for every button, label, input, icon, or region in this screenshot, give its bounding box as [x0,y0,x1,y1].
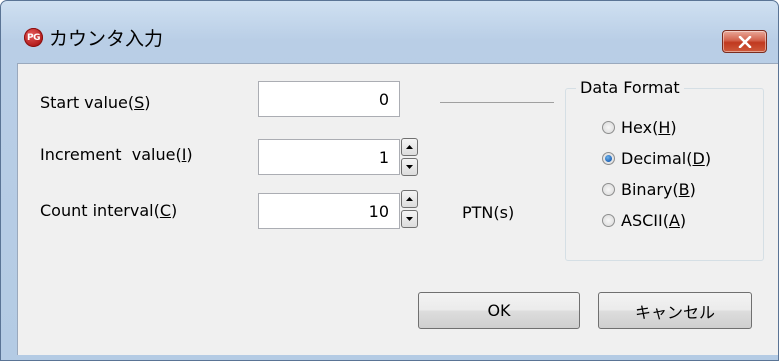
cancel-button[interactable]: キャンセル [598,292,752,329]
radio-ascii[interactable]: ASCII(A) [602,211,686,230]
data-format-title: Data Format [576,78,684,97]
arrow-down-icon [406,165,413,169]
increment-value-input[interactable]: 1 [258,139,400,175]
count-interval-input[interactable]: 10 [258,193,400,229]
increment-value-label-end: ) [186,145,193,164]
count-interval-label-end: ) [171,201,178,220]
radio-ascii-label: ASCII(A) [621,211,686,230]
count-interval-label: Count interval(C) [40,201,177,220]
start-value-label-text: Start value( [40,93,135,112]
radio-hex[interactable]: Hex(H) [602,118,677,137]
start-value-label-end: ) [144,93,151,112]
radio-ascii-mnemonic: A [668,211,680,230]
app-logo-text: PG [27,32,40,43]
radio-hex-indicator[interactable] [602,121,615,134]
radio-hex-mnemonic: H [658,118,671,137]
radio-ascii-label-end: ) [679,211,687,230]
count-interval-up-button[interactable] [401,190,418,208]
start-value-label: Start value(S) [40,93,151,112]
increment-value-label-text: Increment value( [40,145,182,164]
radio-hex-label: Hex(H) [621,118,677,137]
radio-binary-label-text: Binary( [621,180,679,199]
window-title: カウンタ入力 [49,28,164,50]
radio-ascii-label-text: ASCII( [621,211,669,230]
start-value-mnemonic: S [134,93,145,112]
app-logo-icon: PG [24,28,43,47]
radio-hex-label-end: ) [670,118,677,137]
radio-ascii-indicator[interactable] [602,214,615,227]
title-bar[interactable]: PG カウンタ入力 [1,1,778,53]
increment-down-button[interactable] [401,158,418,176]
radio-decimal[interactable]: Decimal(D) [602,149,711,168]
count-interval-label-text: Count interval( [40,201,160,220]
close-icon [738,35,751,48]
close-button[interactable] [722,30,767,53]
increment-value-label: Increment value(I) [40,145,193,164]
radio-hex-label-text: Hex( [621,118,659,137]
count-interval-down-button[interactable] [401,210,418,228]
increment-up-button[interactable] [401,138,418,156]
start-value-input[interactable]: 0 [258,81,400,117]
radio-binary-label-end: ) [689,180,696,199]
radio-decimal-label-text: Decimal( [621,149,693,168]
radio-binary-indicator[interactable] [602,183,615,196]
radio-decimal-indicator[interactable] [602,152,615,165]
separator-line [440,102,554,103]
data-format-groupbox [565,88,764,261]
arrow-up-icon [406,145,413,149]
radio-binary-label: Binary(B) [621,180,696,199]
count-interval-stepper[interactable] [401,190,418,230]
arrow-up-icon [406,197,413,201]
count-interval-mnemonic: C [159,201,172,220]
radio-decimal-label: Decimal(D) [621,149,711,168]
radio-binary[interactable]: Binary(B) [602,180,696,199]
count-interval-unit: PTN(s) [462,203,515,222]
ok-button[interactable]: OK [418,292,580,329]
radio-decimal-label-end: ) [704,149,712,168]
radio-binary-mnemonic: B [678,180,690,199]
increment-value-stepper[interactable] [401,138,418,178]
arrow-down-icon [406,217,413,221]
radio-decimal-mnemonic: D [692,149,705,168]
